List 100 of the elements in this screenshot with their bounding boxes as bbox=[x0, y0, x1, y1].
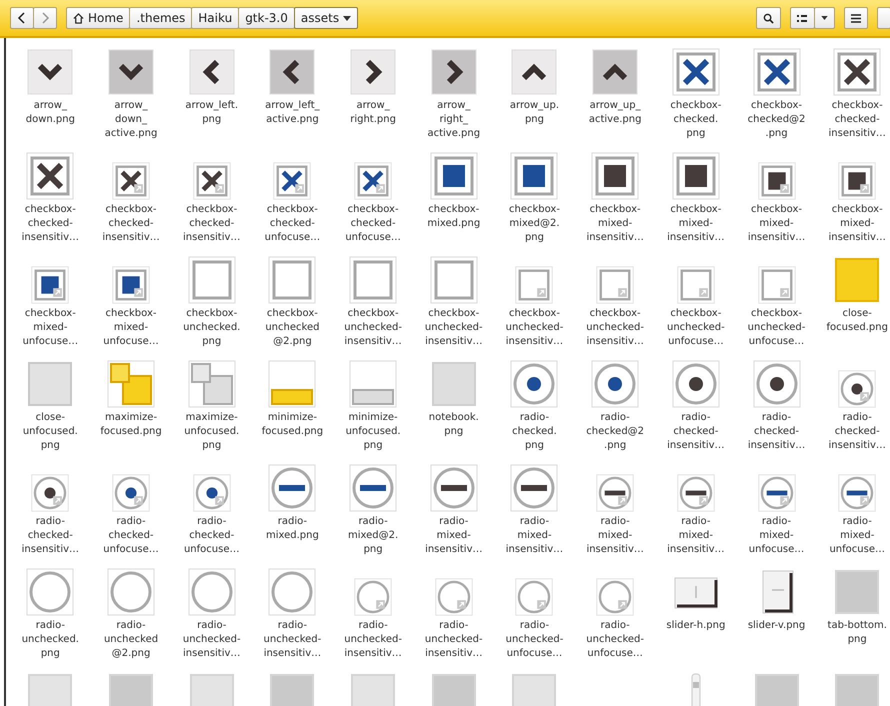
file-name[interactable]: notebook. png bbox=[428, 411, 479, 439]
filled-checkbox-icon[interactable] bbox=[510, 152, 558, 200]
file-name[interactable]: maximize- unfocused. png bbox=[184, 411, 240, 453]
file-name[interactable]: checkbox- checked- insensitiv… bbox=[828, 99, 886, 141]
file-name[interactable]: checkbox- mixed- insensitiv… bbox=[748, 203, 806, 245]
radio-dash-icon[interactable] bbox=[758, 474, 796, 512]
file-name[interactable]: radio- mixed- insensitiv… bbox=[586, 515, 644, 557]
filled-checkbox-icon[interactable] bbox=[838, 162, 876, 200]
radio-dash-icon[interactable] bbox=[430, 464, 478, 512]
radio-dot-icon[interactable] bbox=[112, 474, 150, 512]
empty-checkbox-icon[interactable] bbox=[515, 266, 554, 304]
empty-checkbox-icon[interactable] bbox=[268, 256, 316, 304]
file-name[interactable]: checkbox- checked. png bbox=[670, 99, 722, 141]
file-name[interactable]: checkbox- mixed- unfocuse… bbox=[103, 307, 159, 349]
file-name[interactable]: radio- unchecked. png bbox=[22, 619, 79, 661]
file-name[interactable]: radio- checked- unfocuse… bbox=[184, 515, 240, 557]
breadcrumb-button[interactable]: gtk-3.0 bbox=[238, 7, 295, 29]
empty-radio-icon[interactable] bbox=[596, 578, 634, 616]
breadcrumb-button[interactable]: Haiku bbox=[191, 7, 240, 29]
file-name[interactable]: arrow_left. png bbox=[185, 99, 238, 127]
file-name[interactable]: checkbox- unchecked- insensitiv… bbox=[344, 307, 402, 349]
filled-checkbox-icon[interactable] bbox=[758, 162, 796, 200]
file-name[interactable]: radio- unchecked- insensitiv… bbox=[182, 619, 241, 661]
file-name[interactable]: radio- checked- insensitiv… bbox=[748, 411, 806, 453]
empty-radio-icon[interactable] bbox=[188, 568, 236, 616]
file-name[interactable]: close- focused.png bbox=[826, 307, 888, 335]
checkbox-x-icon[interactable] bbox=[354, 162, 392, 200]
chevron-right-icon[interactable] bbox=[430, 48, 478, 96]
empty-radio-icon[interactable] bbox=[515, 578, 554, 616]
file-name[interactable]: checkbox- mixed- insensitiv… bbox=[586, 203, 644, 245]
file-name[interactable]: checkbox- unchecked- insensitiv… bbox=[586, 307, 644, 349]
search-button[interactable] bbox=[756, 7, 781, 29]
file-name[interactable]: arrow_ down_ active.png bbox=[104, 99, 158, 141]
empty-radio-icon[interactable] bbox=[434, 578, 473, 616]
chevron-left-icon[interactable] bbox=[188, 48, 236, 96]
filled-checkbox-icon[interactable] bbox=[672, 152, 720, 200]
breadcrumb-button[interactable]: Home bbox=[66, 7, 130, 29]
file-name[interactable]: checkbox- checked- insensitiv… bbox=[183, 203, 240, 245]
file-name[interactable]: checkbox- unchecked- unfocuse… bbox=[666, 307, 725, 349]
file-name[interactable]: radio- unchecked- insensitiv… bbox=[424, 619, 483, 661]
file-name[interactable]: radio- unchecked @2.png bbox=[104, 619, 158, 661]
file-name[interactable]: radio- checked- unfocuse… bbox=[103, 515, 159, 557]
file-name[interactable]: radio- unchecked- insensitiv… bbox=[264, 619, 322, 661]
radio-dash-icon[interactable] bbox=[838, 474, 876, 512]
file-name[interactable]: checkbox- mixed@2. png bbox=[508, 203, 560, 245]
checkbox-x-icon[interactable] bbox=[752, 48, 801, 96]
empty-checkbox-icon[interactable] bbox=[349, 256, 398, 304]
filled-checkbox-icon[interactable] bbox=[31, 266, 70, 304]
view-options-button[interactable] bbox=[814, 7, 835, 29]
empty-checkbox-icon[interactable] bbox=[676, 266, 715, 304]
menu-button[interactable] bbox=[844, 7, 868, 29]
file-name[interactable]: checkbox- unchecked- insensitiv… bbox=[506, 307, 564, 349]
file-name[interactable]: arrow_ right.png bbox=[350, 99, 396, 127]
file-name[interactable]: slider-v.png bbox=[748, 619, 806, 633]
view-mode-button[interactable] bbox=[790, 7, 815, 29]
file-name[interactable]: radio- mixed@2. png bbox=[348, 515, 398, 557]
checkbox-x-icon[interactable] bbox=[672, 48, 720, 96]
breadcrumb-button[interactable]: assets bbox=[294, 7, 358, 29]
empty-radio-icon[interactable] bbox=[26, 568, 74, 616]
file-name[interactable]: arrow_up. png bbox=[510, 99, 560, 127]
file-name[interactable]: checkbox- mixed- insensitiv… bbox=[828, 203, 886, 245]
radio-dash-icon[interactable] bbox=[510, 464, 558, 512]
radio-dot-icon[interactable] bbox=[838, 370, 876, 408]
breadcrumb-button[interactable]: .themes bbox=[129, 7, 192, 29]
file-name[interactable]: radio- unchecked- unfocuse… bbox=[586, 619, 644, 661]
radio-dash-icon[interactable] bbox=[676, 474, 715, 512]
file-name[interactable]: slider-h.png bbox=[666, 619, 726, 633]
file-name[interactable]: checkbox- checked- insensitiv… bbox=[22, 203, 80, 245]
file-name[interactable]: radio- checked- insensitiv… bbox=[22, 515, 80, 557]
file-name[interactable]: radio- mixed- insensitiv… bbox=[425, 515, 482, 557]
chevron-down-icon[interactable] bbox=[107, 48, 156, 96]
file-name[interactable]: checkbox- unchecked. png bbox=[183, 307, 240, 349]
file-name[interactable]: arrow_left_ active.png bbox=[265, 99, 320, 127]
file-name[interactable]: checkbox- mixed- unfocuse… bbox=[22, 307, 78, 349]
checkbox-x-icon[interactable] bbox=[112, 162, 150, 200]
radio-dash-icon[interactable] bbox=[349, 464, 398, 512]
filled-checkbox-icon[interactable] bbox=[591, 152, 640, 200]
file-name[interactable]: checkbox- checked@2 .png bbox=[748, 99, 806, 141]
file-name[interactable]: radio- checked. png bbox=[512, 411, 557, 453]
file-name[interactable]: radio- checked@2 .png bbox=[586, 411, 644, 453]
checkbox-x-icon[interactable] bbox=[273, 162, 312, 200]
file-name[interactable]: checkbox- checked- unfocuse… bbox=[264, 203, 320, 245]
empty-radio-icon[interactable] bbox=[268, 568, 316, 616]
file-name[interactable]: checkbox- mixed.png bbox=[427, 203, 480, 231]
file-name[interactable]: arrow_ down.png bbox=[26, 99, 75, 127]
empty-checkbox-icon[interactable] bbox=[596, 266, 634, 304]
radio-dot-icon[interactable] bbox=[31, 474, 70, 512]
file-name[interactable]: checkbox- mixed- insensitiv… bbox=[667, 203, 725, 245]
chevron-down-icon[interactable] bbox=[26, 48, 74, 96]
file-name[interactable]: minimize- unfocused. png bbox=[346, 411, 401, 453]
chevron-left-icon[interactable] bbox=[268, 48, 316, 96]
radio-dash-icon[interactable] bbox=[268, 464, 316, 512]
checkbox-x-icon[interactable] bbox=[192, 162, 231, 200]
file-name[interactable]: close- unfocused. png bbox=[22, 411, 78, 453]
file-name[interactable]: checkbox- checked- insensitiv… bbox=[102, 203, 160, 245]
file-name[interactable]: radio- checked- insensitiv… bbox=[828, 411, 886, 453]
file-name[interactable]: radio- unchecked- unfocuse… bbox=[506, 619, 564, 661]
back-button[interactable] bbox=[10, 7, 34, 29]
file-name[interactable]: minimize- focused.png bbox=[262, 411, 324, 439]
filled-checkbox-icon[interactable] bbox=[112, 266, 150, 304]
